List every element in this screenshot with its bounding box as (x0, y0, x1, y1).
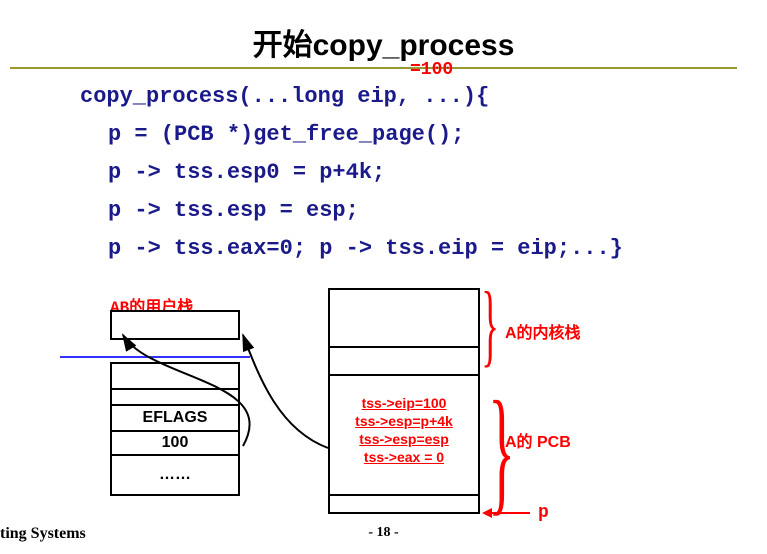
tss-eax-line: tss->eax = 0 (364, 448, 444, 466)
right-pcb-box: tss->eip=100 tss->esp=p+4k tss->esp=esp … (328, 376, 480, 496)
arrow-head-icon (482, 508, 492, 518)
arrow-line (490, 512, 530, 514)
tss-esp-4k-line: tss->esp=p+4k (355, 412, 453, 430)
pointer-p-arrow: p (490, 503, 549, 523)
left-stack-dots: …… (110, 454, 240, 496)
page-number: - 18 - (0, 525, 767, 541)
tss-eip-line: tss->eip=100 (362, 394, 447, 412)
label-a-pcb: A的 PCB (505, 428, 571, 452)
label-a-kernel-stack: A的内核栈 (505, 319, 581, 343)
code-line-1: copy_process(...long eip, ...){ (80, 78, 623, 116)
left-stack-gap (110, 362, 240, 390)
left-stack-diagram: EFLAGS 100 …… (110, 310, 240, 496)
title-underline (10, 67, 737, 69)
right-bottom-box (328, 496, 480, 514)
brace-kernel-stack: } (481, 271, 499, 377)
annotation-eq100: =100 (410, 60, 453, 80)
pointer-p-label: p (538, 503, 549, 523)
code-line-5: p -> tss.eax=0; p -> tss.eip = eip;...} (80, 230, 623, 268)
code-block: copy_process(...long eip, ...){ p = (PCB… (80, 78, 623, 268)
left-stack-100: 100 (110, 430, 240, 456)
right-gap-box (328, 348, 480, 376)
code-line-3: p -> tss.esp0 = p+4k; (80, 154, 623, 192)
right-stack-diagram: tss->eip=100 tss->esp=p+4k tss->esp=esp … (328, 288, 480, 514)
blue-divider-line (60, 356, 250, 358)
slide-title: 开始copy_process (0, 0, 767, 64)
left-stack-eflags: EFLAGS (110, 404, 240, 432)
code-line-4: p -> tss.esp = esp; (80, 192, 623, 230)
right-kernel-stack-box (328, 288, 480, 348)
code-line-2: p = (PCB *)get_free_page(); (80, 116, 623, 154)
tss-esp-line: tss->esp=esp (359, 430, 449, 448)
left-stack-top (110, 310, 240, 340)
